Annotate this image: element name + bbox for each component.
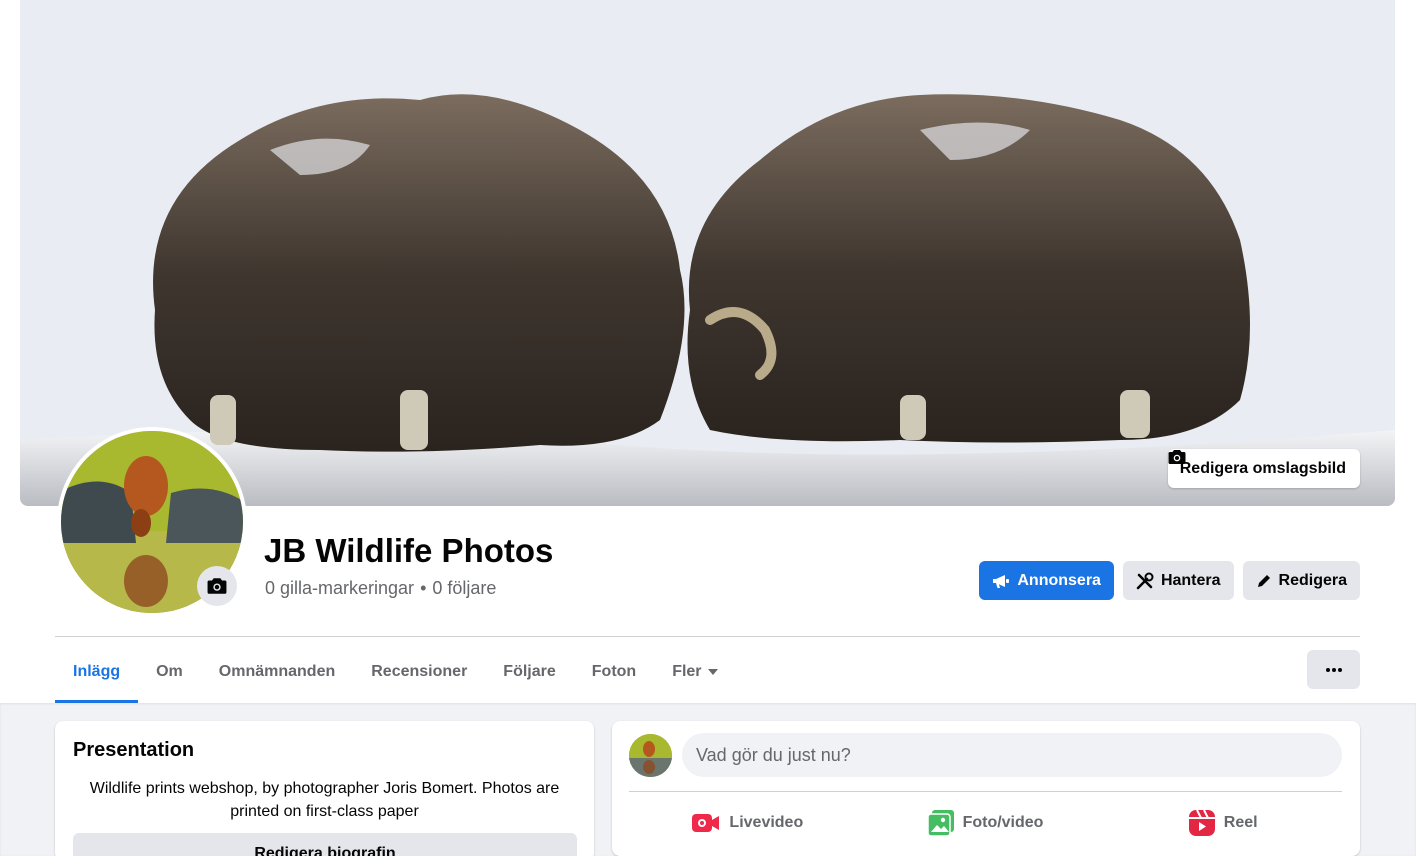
photo-video-button[interactable]: Foto/video [867,801,1105,845]
camera-icon [1168,450,1186,464]
tab-more[interactable]: Fler [654,640,735,703]
likes-count[interactable]: 0 gilla-markeringar [265,578,414,599]
ellipsis-icon [1325,667,1342,672]
tab-label: Omnämnanden [218,662,336,680]
live-video-label: Livevideo [729,814,804,831]
post-composer: Vad gör du just nu? Livevideo Foto/video… [612,721,1360,856]
pencil-icon [1257,574,1270,587]
photo-icon [927,810,954,836]
reel-label: Reel [1223,814,1258,831]
more-options-button[interactable] [1307,650,1360,689]
tab-about[interactable]: Om [138,640,201,703]
tab-photos[interactable]: Foton [574,640,654,703]
edit-label: Redigera [1278,571,1347,589]
tab-label: Foton [591,662,637,680]
reel-icon [1188,810,1215,836]
page-title: JB Wildlife Photos [264,532,554,569]
manage-label: Hantera [1160,571,1221,589]
edit-bio-button[interactable]: Redigera biografin [73,833,577,856]
tab-label: Om [156,662,183,680]
live-video-icon [692,814,720,832]
tab-label: Följare [503,662,556,680]
header-divider [55,636,1360,637]
composer-divider [629,791,1342,792]
facebook-page: Redigera omslagsbild JB Wildlife Photos … [0,0,1416,856]
tab-label: Fler [672,662,702,680]
page-tabs: Inlägg Om Omnämnanden Recensioner Följar… [55,640,736,703]
reel-button[interactable]: Reel [1104,801,1342,845]
edit-cover-label: Redigera omslagsbild [1179,459,1346,477]
cover-image [20,0,1395,506]
tab-reviews[interactable]: Recensioner [353,640,485,703]
status-input[interactable]: Vad gör du just nu? [682,733,1342,777]
live-video-button[interactable]: Livevideo [629,801,867,845]
camera-icon [207,578,227,594]
followers-count[interactable]: 0 följare [432,578,496,599]
advertise-label: Annonsera [1017,571,1101,589]
edit-bio-label: Redigera biografin [254,845,396,856]
edit-cover-button[interactable]: Redigera omslagsbild [1167,449,1360,488]
edit-button[interactable]: Redigera [1242,561,1360,600]
caret-down-icon [707,668,718,675]
advertise-button[interactable]: Annonsera [979,561,1114,600]
intro-card: Presentation Wildlife prints webshop, by… [55,721,594,856]
change-profile-picture-button[interactable] [197,566,237,606]
tab-posts[interactable]: Inlägg [55,640,139,703]
photo-video-label: Foto/video [962,814,1044,831]
stats-separator: • [420,578,427,598]
intro-title: Presentation [73,739,195,761]
manage-button[interactable]: Hantera [1122,561,1234,600]
tab-mentions[interactable]: Omnämnanden [201,640,353,703]
tab-followers[interactable]: Följare [485,640,573,703]
megaphone-icon [993,574,1010,588]
page-stats: 0 gilla-markeringar • 0 följare [265,578,496,599]
intro-bio: Wildlife prints webshop, by photographer… [89,780,560,820]
composer-avatar[interactable] [629,734,672,777]
page-actions: Annonsera Hantera Redigera [979,561,1360,600]
status-placeholder: Vad gör du just nu? [696,744,851,765]
tab-label: Recensioner [371,662,468,680]
cover-photo[interactable]: Redigera omslagsbild [20,0,1395,506]
squirrel-thumbnail [629,734,672,777]
tools-icon [1136,572,1154,589]
composer-actions: Livevideo Foto/video Reel [629,801,1342,845]
tab-label: Inlägg [73,662,121,680]
